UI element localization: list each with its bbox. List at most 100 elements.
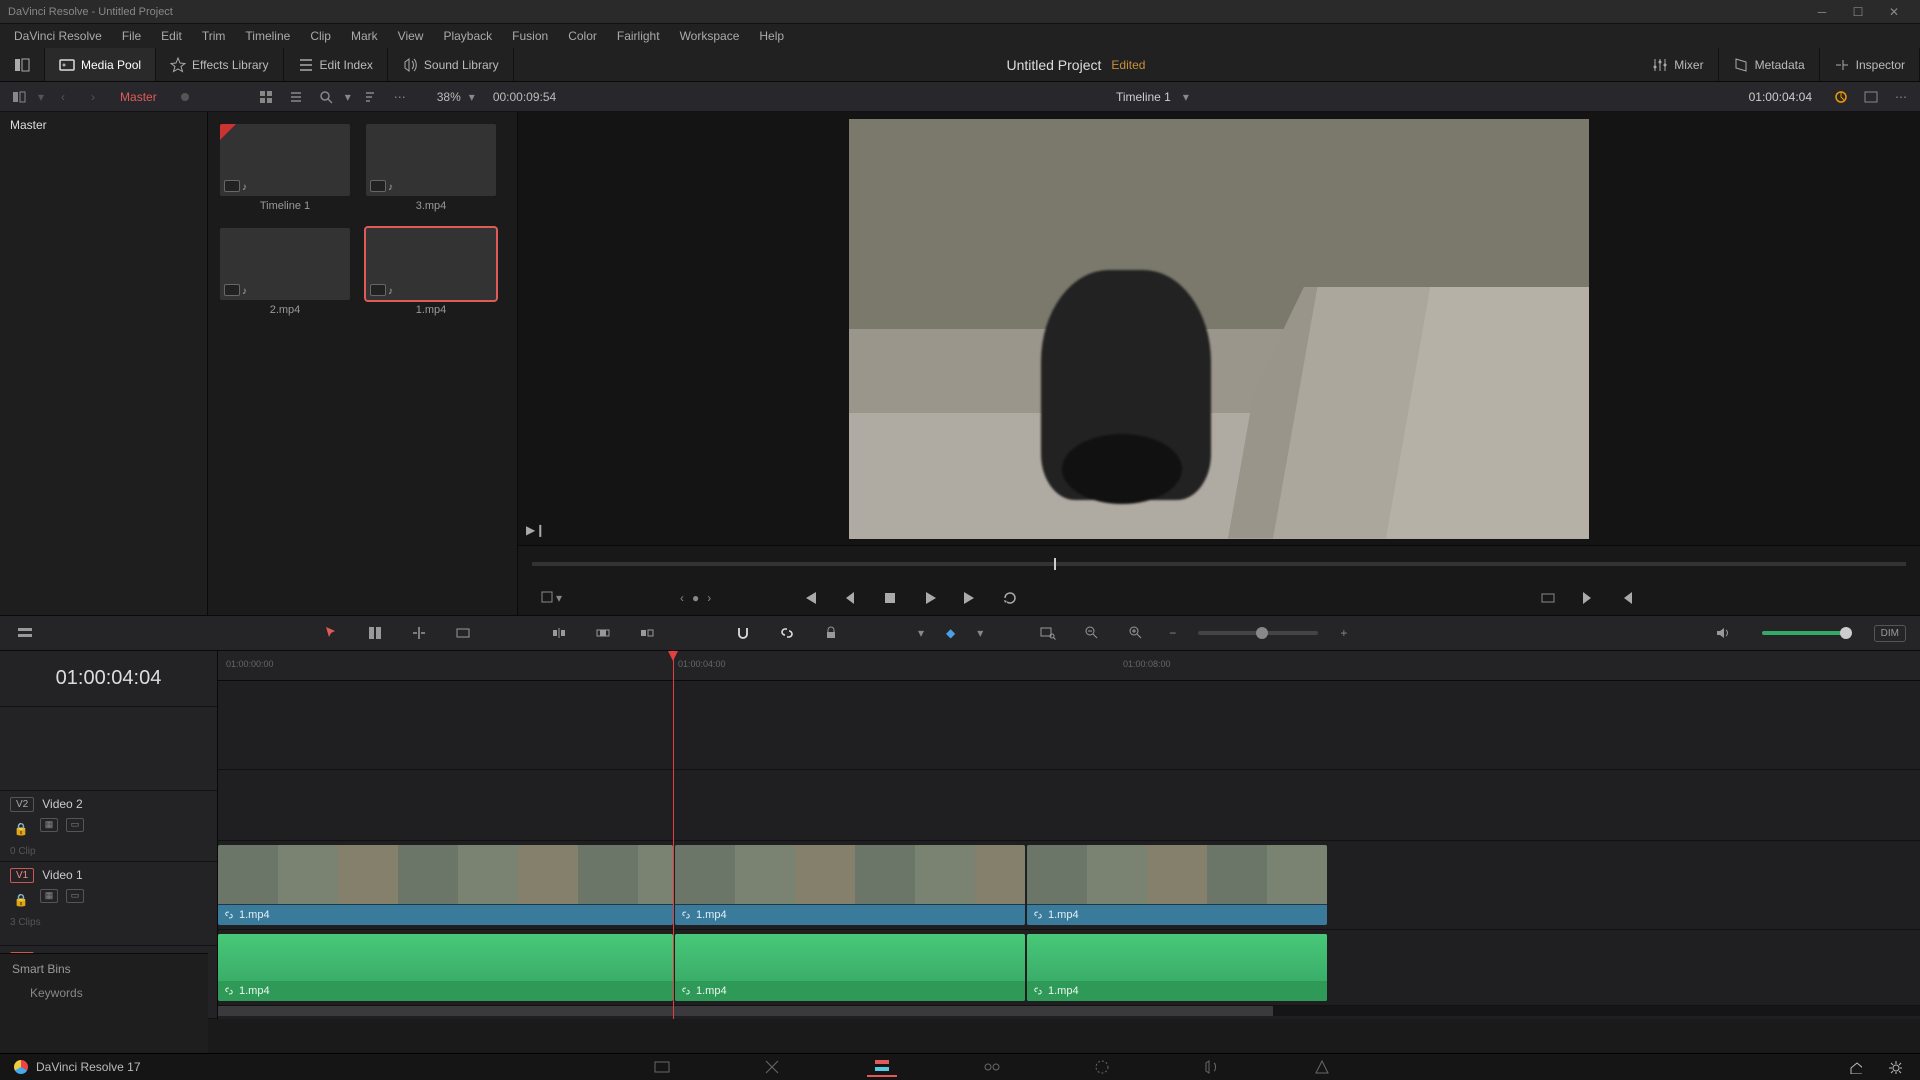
window-close[interactable]: ✕ (1876, 5, 1912, 19)
zoom-percent[interactable]: 38% (437, 90, 461, 104)
marker-blue[interactable]: ◆ (946, 626, 955, 640)
thumbnail-view-icon[interactable] (255, 86, 277, 108)
menu-color[interactable]: Color (560, 26, 605, 46)
menu-fusion[interactable]: Fusion (504, 26, 556, 46)
track-v1[interactable]: 1.mp41.mp41.mp4 (218, 841, 1920, 930)
menu-davinci-resolve[interactable]: DaVinci Resolve (6, 26, 110, 46)
lock-icon[interactable] (820, 622, 842, 644)
zoom-slider[interactable] (1198, 631, 1318, 635)
menu-edit[interactable]: Edit (153, 26, 190, 46)
menu-playback[interactable]: Playback (435, 26, 500, 46)
sound-library-tab[interactable]: Sound Library (388, 48, 514, 81)
zoom-minus[interactable]: − (1169, 626, 1176, 640)
breadcrumb-master[interactable]: Master (120, 90, 157, 104)
zoom-in-icon[interactable] (1125, 622, 1147, 644)
nav-back[interactable]: ‹ (52, 86, 74, 108)
home-icon[interactable] (1844, 1056, 1866, 1078)
crop-dropdown[interactable]: ▾ (540, 587, 562, 609)
track-v2[interactable] (218, 770, 1920, 841)
index-search-icon[interactable] (1037, 622, 1059, 644)
menu-clip[interactable]: Clip (302, 26, 339, 46)
volume-slider[interactable] (1762, 631, 1852, 635)
auto-select-icon[interactable]: ▦ (40, 818, 58, 832)
menu-view[interactable]: View (390, 26, 432, 46)
nav-forward[interactable]: › (82, 86, 104, 108)
menu-mark[interactable]: Mark (343, 26, 386, 46)
timeline-body[interactable]: 01:00:00:0001:00:04:0001:00:08:00 1.mp41… (218, 651, 1920, 1019)
page-edit[interactable] (867, 1057, 897, 1077)
track-a1[interactable]: 1.mp41.mp41.mp4 (218, 930, 1920, 1006)
go-first-icon[interactable] (799, 587, 821, 609)
audio-clip[interactable]: 1.mp4 (1027, 934, 1327, 1001)
prev-edit-icon[interactable]: ‹ (680, 591, 684, 605)
play-icon[interactable] (919, 587, 941, 609)
media-clip[interactable]: ♪Timeline 1 (220, 124, 350, 212)
audio-clip[interactable]: 1.mp4 (675, 934, 1025, 1001)
page-fusion[interactable] (977, 1057, 1007, 1077)
media-clip[interactable]: ♪1.mp4 (366, 228, 496, 316)
timeline-ruler[interactable]: 01:00:00:0001:00:04:0001:00:08:00 (218, 651, 1920, 681)
blade-tool-icon[interactable] (452, 622, 474, 644)
insert-clip-icon[interactable] (548, 622, 570, 644)
inout-clear-icon[interactable] (1537, 587, 1559, 609)
timeline-timecode[interactable]: 01:00:04:04 (0, 651, 217, 707)
menu-file[interactable]: File (114, 26, 149, 46)
zoom-out-icon[interactable] (1081, 622, 1103, 644)
edit-index-tab[interactable]: Edit Index (284, 48, 388, 81)
auto-select-icon[interactable]: ▦ (40, 889, 58, 903)
timeline-name[interactable]: Timeline 1 (1116, 90, 1171, 104)
menu-help[interactable]: Help (751, 26, 792, 46)
window-minimize[interactable]: ─ (1804, 5, 1840, 19)
track-visible-icon[interactable]: ▭ (66, 818, 84, 832)
viewer-image[interactable] (849, 119, 1589, 539)
metadata-tab[interactable]: Metadata (1719, 48, 1820, 81)
page-fairlight[interactable] (1197, 1057, 1227, 1077)
overwrite-clip-icon[interactable] (592, 622, 614, 644)
replace-clip-icon[interactable] (636, 622, 658, 644)
window-maximize[interactable]: ☐ (1840, 5, 1876, 19)
lock-track-icon[interactable]: 🔒 (10, 889, 32, 911)
last-clip-icon[interactable] (1617, 587, 1639, 609)
horizontal-scrollbar[interactable] (218, 1006, 1273, 1016)
track-tag[interactable]: V2 (10, 797, 34, 812)
volume-icon[interactable] (1712, 622, 1734, 644)
list-view-icon[interactable] (285, 86, 307, 108)
link-icon[interactable] (776, 622, 798, 644)
bypass-grade-icon[interactable] (1830, 86, 1852, 108)
menu-workspace[interactable]: Workspace (672, 26, 748, 46)
bin-master[interactable]: Master (10, 118, 197, 132)
dynamic-trim-icon[interactable] (408, 622, 430, 644)
media-clip[interactable]: ♪2.mp4 (220, 228, 350, 316)
inspector-tab[interactable]: Inspector (1820, 48, 1920, 81)
timeline-view-options-icon[interactable] (14, 622, 36, 644)
zoom-plus[interactable]: + (1340, 626, 1347, 640)
track-header-v2[interactable]: V2Video 2 🔒 ▦ ▭ 0 Clip (0, 791, 217, 862)
match-frame-icon[interactable]: ▶❙ (526, 523, 545, 537)
snap-icon[interactable] (732, 622, 754, 644)
step-back-icon[interactable] (839, 587, 861, 609)
smart-bin-keywords[interactable]: Keywords (12, 986, 196, 1000)
stop-icon[interactable] (879, 587, 901, 609)
loop-icon[interactable] (999, 587, 1021, 609)
dim-button[interactable]: DIM (1874, 625, 1906, 642)
selection-tool-icon[interactable] (320, 622, 342, 644)
page-cut[interactable] (757, 1057, 787, 1077)
page-color[interactable] (1087, 1057, 1117, 1077)
menu-timeline[interactable]: Timeline (237, 26, 298, 46)
next-edit-icon[interactable]: › (707, 591, 711, 605)
next-clip-icon[interactable] (1577, 587, 1599, 609)
viewer-options-icon[interactable]: ⋯ (1890, 86, 1912, 108)
video-clip[interactable]: 1.mp4 (1027, 845, 1327, 925)
video-clip[interactable]: 1.mp4 (675, 845, 1025, 925)
sort-icon[interactable] (359, 86, 381, 108)
media-clip[interactable]: ♪3.mp4 (366, 124, 496, 212)
video-clip[interactable]: 1.mp4 (218, 845, 673, 925)
single-viewer-icon[interactable] (1860, 86, 1882, 108)
search-icon[interactable] (315, 86, 337, 108)
page-deliver[interactable] (1307, 1057, 1337, 1077)
menu-trim[interactable]: Trim (194, 26, 234, 46)
track-header-v1[interactable]: V1Video 1 🔒 ▦ ▭ 3 Clips (0, 862, 217, 946)
media-pool-tab[interactable]: Media Pool (45, 48, 156, 81)
viewer-scrubber[interactable] (518, 545, 1920, 581)
page-media[interactable] (647, 1057, 677, 1077)
